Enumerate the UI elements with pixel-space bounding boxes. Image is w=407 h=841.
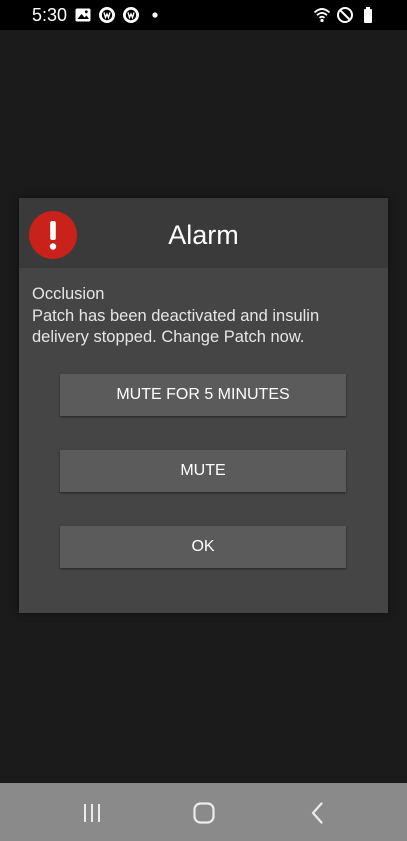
back-icon[interactable]	[305, 800, 331, 826]
home-icon[interactable]	[191, 800, 217, 826]
more-notifications-dot-icon	[146, 6, 164, 24]
message-heading: Occlusion	[32, 285, 105, 303]
gallery-icon	[74, 6, 92, 24]
message-line: delivery stopped. Change Patch now.	[32, 328, 305, 346]
battery-icon	[359, 6, 377, 24]
dialog-message: Occlusion Patch has been deactivated and…	[32, 284, 377, 349]
status-bar: 5:30	[0, 0, 407, 30]
wifi-icon	[313, 6, 331, 24]
notification-icons	[74, 6, 164, 24]
app-notification-icon	[122, 6, 140, 24]
navigation-bar	[0, 783, 407, 841]
do-not-disturb-icon	[336, 6, 354, 24]
status-time: 5:30	[32, 5, 68, 25]
alarm-dialog: Alarm Occlusion Patch has been deactivat…	[19, 198, 388, 613]
recent-apps-icon[interactable]	[79, 800, 105, 826]
ok-button[interactable]: OK	[60, 526, 346, 568]
dialog-title: Alarm	[168, 220, 239, 250]
message-line: Patch has been deactivated and insulin	[32, 306, 320, 325]
mute-5-minutes-button[interactable]: MUTE FOR 5 MINUTES	[60, 374, 346, 416]
mute-button[interactable]: MUTE	[60, 450, 346, 492]
app-notification-icon	[98, 6, 116, 24]
system-icons	[313, 6, 377, 24]
